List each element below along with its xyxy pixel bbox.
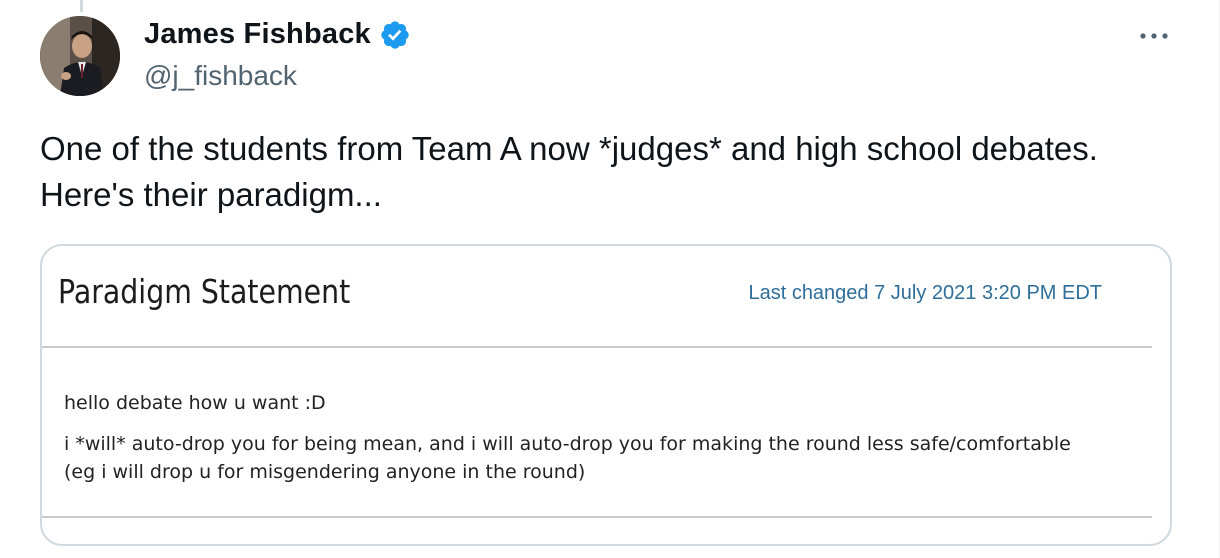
paradigm-title: Paradigm Statement — [58, 272, 351, 311]
more-options-button[interactable] — [1132, 18, 1176, 54]
tweet-text: One of the students from Team A now *jud… — [40, 126, 1200, 218]
author-handle[interactable]: @j_fishback — [144, 60, 297, 92]
ellipsis-icon — [1140, 33, 1168, 39]
paradigm-text-line: i *will* auto-drop you for being mean, a… — [64, 433, 1071, 455]
avatar[interactable] — [40, 16, 120, 96]
tweet-text-line: Here's their paradigm... — [40, 176, 382, 213]
tweet[interactable]: James Fishback @j_fishback One of the st… — [0, 0, 1220, 558]
divider — [42, 346, 1152, 348]
tweet-text-line: One of the students from Team A now *jud… — [40, 130, 1098, 167]
author-display-name[interactable]: James Fishback — [144, 18, 371, 51]
thread-line — [80, 0, 83, 12]
profile-photo-icon — [40, 16, 120, 96]
author-name-row: James Fishback — [144, 18, 411, 51]
paradigm-text-line: (eg i will drop u for misgendering anyon… — [64, 461, 586, 483]
tweet-image[interactable]: Paradigm Statement Last changed 7 July 2… — [40, 244, 1172, 546]
last-changed-date: Last changed 7 July 2021 3:20 PM EDT — [748, 282, 1102, 304]
divider — [42, 516, 1152, 518]
paradigm-text-line: hello debate how u want :D — [64, 392, 326, 414]
verified-badge-icon — [379, 19, 411, 51]
